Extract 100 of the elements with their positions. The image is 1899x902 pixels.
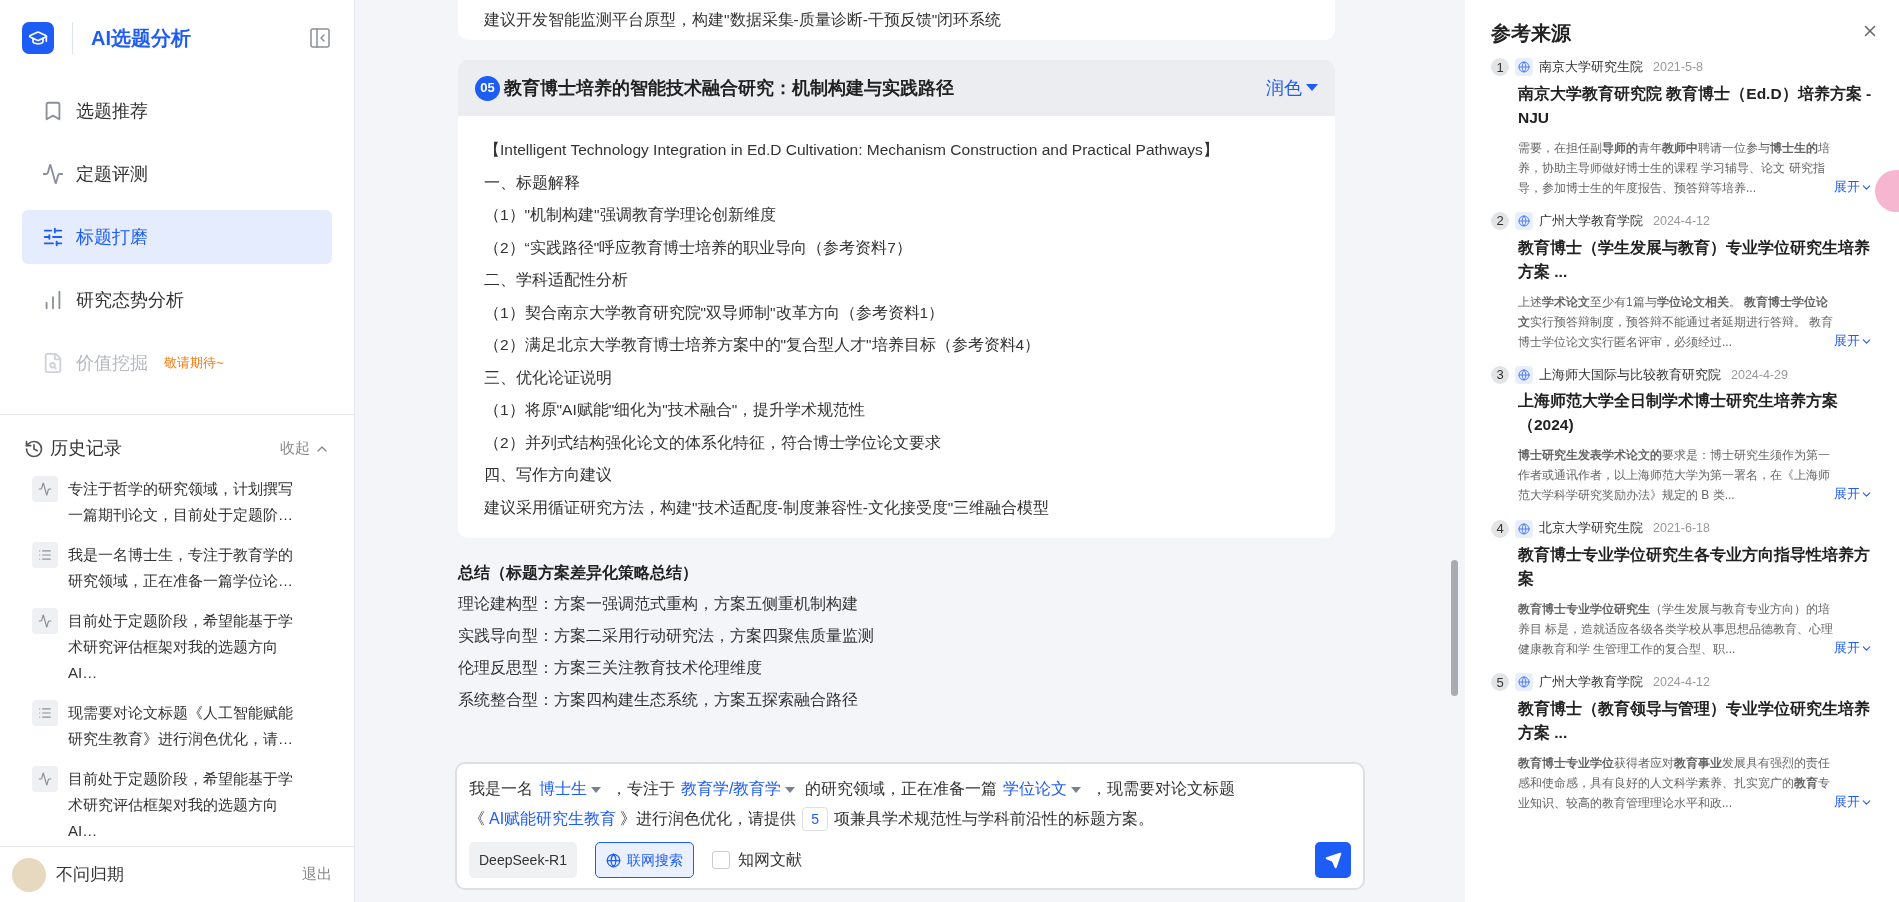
expand-link[interactable]: 展开 — [1834, 484, 1873, 506]
source-number: 4 — [1491, 519, 1509, 538]
globe-icon — [1515, 365, 1533, 384]
source-date: 2024-4-29 — [1731, 366, 1788, 384]
caret-icon — [785, 786, 796, 793]
analysis-line: 【Intelligent Technology Integration in Ed.D Cultivation: Mechanism Construction and Practical Pathways】 — [484, 140, 1220, 160]
source-site: 南京大学研究生院 — [1539, 59, 1643, 76]
title-field[interactable]: AI赋能研究生教育 — [489, 810, 617, 827]
source-number: 3 — [1491, 365, 1509, 384]
logo-icon — [22, 22, 54, 54]
globe-icon — [1515, 58, 1533, 77]
source-date: 2024-4-12 — [1653, 674, 1710, 691]
prompt-text: 的研究领域，正在准备一篇 — [805, 780, 998, 797]
prompt-text: 《 — [469, 810, 485, 827]
source-title-link[interactable]: 上海师范大学全日制学术博士研究生培养方案（2024) — [1518, 389, 1873, 438]
history-title: 历史记录 — [50, 437, 122, 460]
prompt-text: 我是一名 — [469, 780, 533, 797]
source-number: 1 — [1491, 58, 1509, 77]
summary-line: 理论建构型：方案一强调范式重构，方案五侧重机制构建 — [458, 594, 859, 614]
web-search-button[interactable]: 联网搜索 — [594, 842, 694, 878]
source-snippet: 博士研究生发表学术论文的要求是：博士研究生须作为第一作者或通讯作者，以上海师范大学为第一署名，在《上海师范大学科学研究奖励办法》规定的 B 类... — [1518, 447, 1831, 505]
analysis-line: 四、写作方向建议 — [484, 465, 613, 485]
prompt-dropdown[interactable]: 学位论文 — [1003, 780, 1086, 797]
globe-icon — [1515, 673, 1533, 692]
cnki-checkbox[interactable] — [711, 851, 730, 869]
globe-icon — [605, 852, 621, 868]
send-icon — [1324, 851, 1342, 869]
expand-link[interactable]: 展开 — [1834, 791, 1873, 813]
analysis-line: （2）满足北京大学教育博士培养方案中的"复合型人才"培养目标（参考资料4） — [484, 335, 1042, 355]
source-title-link[interactable]: 南京大学教育研究院 教育博士（Ed.D）培养方案 - NJU — [1518, 81, 1873, 130]
globe-icon — [1515, 212, 1533, 231]
history-item[interactable]: 专注于哲学的研究领域，计划撰写一篇期刊论文，目前处于定题阶… — [32, 476, 322, 528]
user-name: 不问归期 — [56, 863, 124, 886]
source-site: 广州大学教育学院 — [1539, 212, 1643, 230]
analysis-line: （2）并列式结构强化论文的体系化特征，符合博士学位论文要求 — [484, 432, 942, 453]
globe-icon — [1515, 519, 1533, 538]
count-field[interactable]: 5 — [802, 807, 828, 831]
coming-soon-label: 敬请期待~ — [164, 354, 224, 373]
polish-dropdown[interactable]: 润色 — [1266, 74, 1318, 102]
collapse-history-button[interactable]: 收起 — [280, 437, 330, 460]
analysis-line: （1）"机制构建"强调教育学理论创新维度 — [484, 205, 777, 225]
analysis-line: （1）契合南京大学教育研究院"双导师制"改革方向（参考资料1） — [484, 302, 946, 323]
panel-title: 参考来源 — [1491, 21, 1571, 46]
app-title: AI选题分析 — [91, 26, 191, 51]
source-date: 2024-4-12 — [1653, 212, 1710, 230]
nav-item[interactable]: 选题推荐 — [22, 84, 332, 138]
analysis-line: 建议采用循证研究方法，构建"技术适配度-制度兼容性-文化接受度"三维融合模型 — [484, 497, 1051, 518]
source-title-link[interactable]: 教育博士（教育领导与管理）专业学位研究生培养方案 ... — [1518, 696, 1873, 745]
analysis-line: 一、标题解释 — [484, 172, 581, 193]
history-item[interactable]: 我是一名博士生，专注于教育学的研究领域，正在准备一篇学位论… — [32, 542, 322, 594]
prompt-text: ，现需要对论文标题 — [1091, 780, 1236, 797]
source-title-link[interactable]: 教育博士（学生发展与教育）专业学位研究生培养方案 ... — [1518, 235, 1873, 284]
analysis-line: 三、优化论证说明 — [484, 367, 613, 388]
pulse-icon — [32, 476, 58, 502]
history-item[interactable]: 现需要对论文标题《人工智能赋能研究生教育》进行润色优化，请… — [32, 700, 322, 752]
prompt-dropdown[interactable]: 博士生 — [539, 780, 605, 797]
send-button[interactable] — [1315, 842, 1351, 878]
expand-link[interactable]: 展开 — [1834, 638, 1873, 659]
collapse-sidebar-button[interactable] — [308, 26, 332, 50]
pulse-icon — [32, 766, 58, 792]
source-snippet: 需要，在担任副导师的青年教师中聘请一位参与博士生的培养，协助主导师做好博士生的课程 学习辅导、论文 研究指导，参加博士生的年度报告、预答辩等培养... — [1518, 139, 1831, 197]
source-site: 上海师大国际与比较教育研究院 — [1539, 366, 1721, 384]
nav-icon — [42, 226, 64, 248]
list-icon — [32, 542, 58, 568]
summary-line: 实践导向型：方案二采用行动研究法，方案四聚焦质量监测 — [458, 626, 875, 646]
caret-icon — [591, 786, 601, 793]
summary-title: 总结（标题方案差异化策略总结） — [458, 563, 699, 583]
summary-line: 伦理反思型：方案三关注教育技术伦理维度 — [458, 658, 763, 678]
caret-icon — [1071, 786, 1082, 793]
source-title-link[interactable]: 教育博士专业学位研究生各专业方向指导性培养方案 — [1518, 543, 1873, 591]
logout-link[interactable]: 退出 — [302, 863, 332, 886]
source-snippet: 教育博士专业学位获得者应对教育事业发展具有强烈的责任感和使命感，具有良好的人文科学素养、扎实宽广的教育专业知识、较高的教育管理理论水平和政... — [1518, 754, 1831, 812]
history-icon — [24, 438, 44, 459]
nav-icon — [42, 163, 64, 185]
expand-link[interactable]: 展开 — [1834, 330, 1873, 352]
prompt-text: ，专注于 — [611, 780, 675, 797]
source-snippet: 上述学术论文至少有1篇与学位论文相关。 教育博士学位论文实行预答辩制度，预答辩不能通过者延期进行答辩。 教育博士学位论文实行匿名评审，必须经过... — [1518, 293, 1834, 351]
model-button[interactable]: DeepSeek-R1 — [469, 842, 577, 878]
cnki-label: 知网文献 — [737, 850, 802, 870]
expand-link[interactable]: 展开 — [1834, 176, 1873, 198]
nav-icon — [42, 352, 64, 374]
prompt-text: 项兼具学术规范性与学科前沿性的标题方案。 — [833, 810, 1154, 827]
analysis-line: 二、学科适配性分析 — [484, 270, 629, 290]
nav-item[interactable]: 研究态势分析 — [22, 273, 332, 327]
caret-icon — [1306, 84, 1318, 92]
analysis-line: （1）将原"AI赋能"细化为"技术融合"，提升学术规范性 — [484, 400, 867, 420]
previous-suggestion-text: 建议开发智能监测平台原型，构建"数据采集-质量诊断-干预反馈"闭环系统 — [484, 10, 1002, 30]
source-date: 2021-6-18 — [1653, 520, 1710, 538]
nav-item[interactable]: 标题打磨 — [22, 210, 332, 264]
source-number: 2 — [1491, 212, 1509, 231]
history-item[interactable]: 目前处于定题阶段，希望能基于学术研究评估框架对我的选题方向AI… — [32, 766, 322, 844]
list-icon — [32, 700, 58, 726]
summary-line: 系统整合型：方案四构建生态系统，方案五探索融合路径 — [458, 690, 859, 710]
nav-item[interactable]: 定题评测 — [22, 147, 332, 201]
history-item[interactable]: 目前处于定题阶段，希望能基于学术研究评估框架对我的选题方向AI… — [32, 608, 322, 686]
prompt-dropdown[interactable]: 教育学/教育学 — [681, 780, 800, 797]
analysis-line: （2）“实践路径"呼应教育博士培养的职业导向（参考资料7） — [484, 237, 913, 258]
source-snippet: 教育博士专业学位研究生（学生发展与教育专业方向）的培养目 标是，造就适应各级各类学校从事思想品德教育、心理健康教育和学 生管理工作的复合型、职... — [1518, 601, 1834, 658]
source-site: 广州大学教育学院 — [1539, 674, 1643, 691]
pulse-icon — [32, 608, 58, 634]
